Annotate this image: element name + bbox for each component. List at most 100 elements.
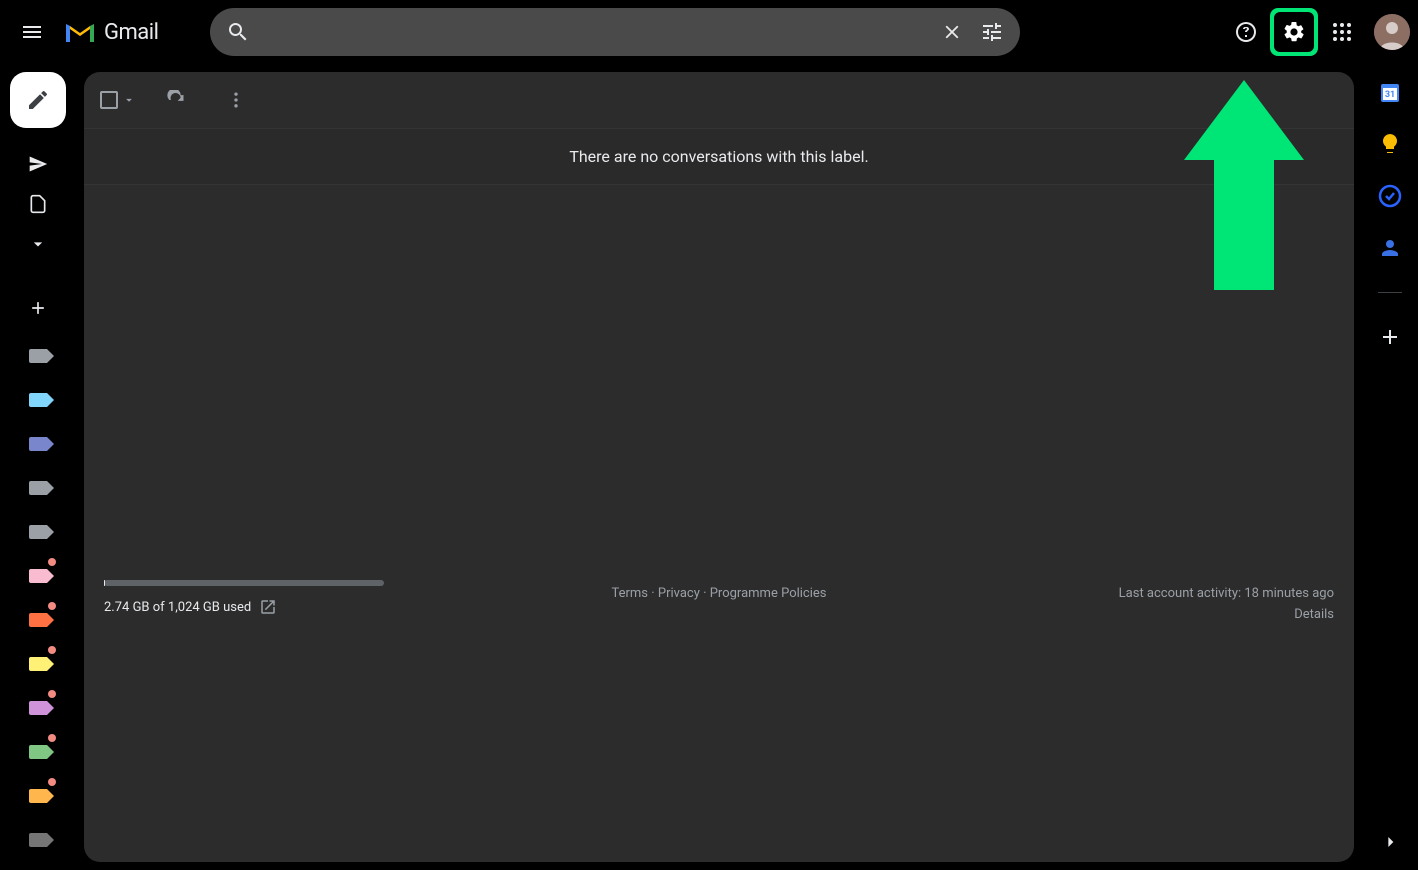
unread-badge bbox=[48, 558, 56, 566]
separator: · bbox=[700, 586, 710, 601]
sidebar-item-sent[interactable] bbox=[22, 148, 54, 180]
support-button[interactable] bbox=[1226, 12, 1266, 52]
policies-link[interactable]: Programme Policies bbox=[710, 586, 827, 601]
footer-storage: 2.74 GB of 1,024 GB used bbox=[104, 580, 510, 616]
sidebar-label-10[interactable] bbox=[22, 780, 54, 812]
calendar-icon: 31 bbox=[1378, 80, 1402, 104]
label-tag-icon bbox=[29, 701, 47, 715]
avatar-image bbox=[1374, 14, 1410, 50]
close-icon bbox=[941, 21, 963, 43]
sidebar-label-7[interactable] bbox=[22, 648, 54, 680]
keep-icon bbox=[1378, 132, 1402, 156]
main-panel: There are no conversations with this lab… bbox=[84, 72, 1354, 862]
file-icon bbox=[28, 194, 48, 214]
footer-activity: Last account activity: 18 minutes ago De… bbox=[928, 580, 1334, 622]
label-tag-icon bbox=[29, 437, 47, 451]
sidebar-label-8[interactable] bbox=[22, 692, 54, 724]
contacts-icon bbox=[1378, 236, 1402, 260]
select-all-checkbox[interactable] bbox=[100, 91, 136, 109]
gmail-text: Gmail bbox=[104, 20, 158, 45]
sidebar-label-0[interactable] bbox=[22, 340, 54, 372]
pencil-icon bbox=[26, 88, 50, 112]
calendar-app-button[interactable]: 31 bbox=[1378, 80, 1402, 104]
tune-icon bbox=[980, 20, 1004, 44]
tasks-icon bbox=[1378, 184, 1402, 208]
clear-search-button[interactable] bbox=[932, 12, 972, 52]
checkbox-icon bbox=[100, 91, 118, 109]
label-tag-icon bbox=[29, 833, 47, 847]
sidebar-label-9[interactable] bbox=[22, 736, 54, 768]
send-icon bbox=[28, 154, 48, 174]
side-panel-toggle[interactable] bbox=[1374, 826, 1406, 858]
svg-text:31: 31 bbox=[1385, 90, 1395, 100]
sidebar-label-4[interactable] bbox=[22, 516, 54, 548]
refresh-button[interactable] bbox=[156, 80, 196, 120]
sidebar-label-5[interactable] bbox=[22, 560, 54, 592]
labels-container bbox=[22, 340, 54, 856]
footer: 2.74 GB of 1,024 GB used Terms · Privacy… bbox=[84, 580, 1354, 862]
unread-badge bbox=[48, 602, 56, 610]
activity-text: Last account activity: 18 minutes ago bbox=[928, 586, 1334, 601]
body: There are no conversations with this lab… bbox=[0, 64, 1418, 870]
unread-badge bbox=[48, 778, 56, 786]
label-tag-icon bbox=[29, 789, 47, 803]
settings-button[interactable] bbox=[1274, 12, 1314, 52]
label-tag-icon bbox=[29, 393, 47, 407]
unread-badge bbox=[48, 734, 56, 742]
right-rail-divider bbox=[1378, 292, 1402, 293]
tasks-app-button[interactable] bbox=[1378, 184, 1402, 208]
separator: · bbox=[648, 586, 658, 601]
gear-icon bbox=[1282, 20, 1306, 44]
sidebar-label-1[interactable] bbox=[22, 384, 54, 416]
addons-button[interactable] bbox=[1378, 325, 1402, 349]
search-options-button[interactable] bbox=[972, 12, 1012, 52]
plus-icon bbox=[28, 298, 48, 318]
label-tag-icon bbox=[29, 481, 47, 495]
compose-button[interactable] bbox=[10, 72, 66, 128]
label-tag-icon bbox=[29, 569, 47, 583]
unread-badge bbox=[48, 690, 56, 698]
plus-icon bbox=[1378, 325, 1402, 349]
gmail-m-icon bbox=[64, 20, 96, 44]
storage-bar[interactable] bbox=[104, 580, 384, 586]
empty-label-message: There are no conversations with this lab… bbox=[84, 128, 1354, 185]
label-tag-icon bbox=[29, 349, 47, 363]
sidebar-label-2[interactable] bbox=[22, 428, 54, 460]
left-rail bbox=[0, 64, 76, 870]
header: Gmail bbox=[0, 0, 1418, 64]
unread-badge bbox=[48, 646, 56, 654]
sidebar-label-3[interactable] bbox=[22, 472, 54, 504]
details-link[interactable]: Details bbox=[1294, 607, 1334, 622]
storage-text: 2.74 GB of 1,024 GB used bbox=[104, 600, 251, 615]
help-icon bbox=[1234, 20, 1258, 44]
create-label-button[interactable] bbox=[22, 292, 54, 324]
google-apps-button[interactable] bbox=[1322, 12, 1362, 52]
search-icon bbox=[226, 20, 250, 44]
terms-link[interactable]: Terms bbox=[611, 586, 648, 601]
search-button[interactable] bbox=[218, 12, 258, 52]
apps-grid-icon bbox=[1330, 20, 1354, 44]
storage-text-row: 2.74 GB of 1,024 GB used bbox=[104, 598, 510, 616]
sidebar-label-11[interactable] bbox=[22, 824, 54, 856]
settings-highlight-box bbox=[1270, 8, 1318, 56]
dropdown-caret-icon bbox=[122, 93, 136, 107]
sidebar-item-more[interactable] bbox=[22, 228, 54, 260]
refresh-icon bbox=[166, 90, 186, 110]
sidebar-label-6[interactable] bbox=[22, 604, 54, 636]
hamburger-icon bbox=[20, 20, 44, 44]
sidebar-item-drafts[interactable] bbox=[22, 188, 54, 220]
gmail-logo[interactable]: Gmail bbox=[64, 20, 158, 45]
keep-app-button[interactable] bbox=[1378, 132, 1402, 156]
label-tag-icon bbox=[29, 613, 47, 627]
search-input[interactable] bbox=[258, 23, 932, 41]
privacy-link[interactable]: Privacy bbox=[658, 586, 700, 601]
open-in-new-icon[interactable] bbox=[259, 598, 277, 616]
main-menu-button[interactable] bbox=[8, 8, 56, 56]
toolbar bbox=[84, 72, 1354, 128]
chevron-down-icon bbox=[28, 234, 48, 254]
label-tag-icon bbox=[29, 745, 47, 759]
more-actions-button[interactable] bbox=[216, 80, 256, 120]
chevron-right-icon bbox=[1380, 832, 1400, 852]
contacts-app-button[interactable] bbox=[1378, 236, 1402, 260]
account-avatar[interactable] bbox=[1374, 14, 1410, 50]
